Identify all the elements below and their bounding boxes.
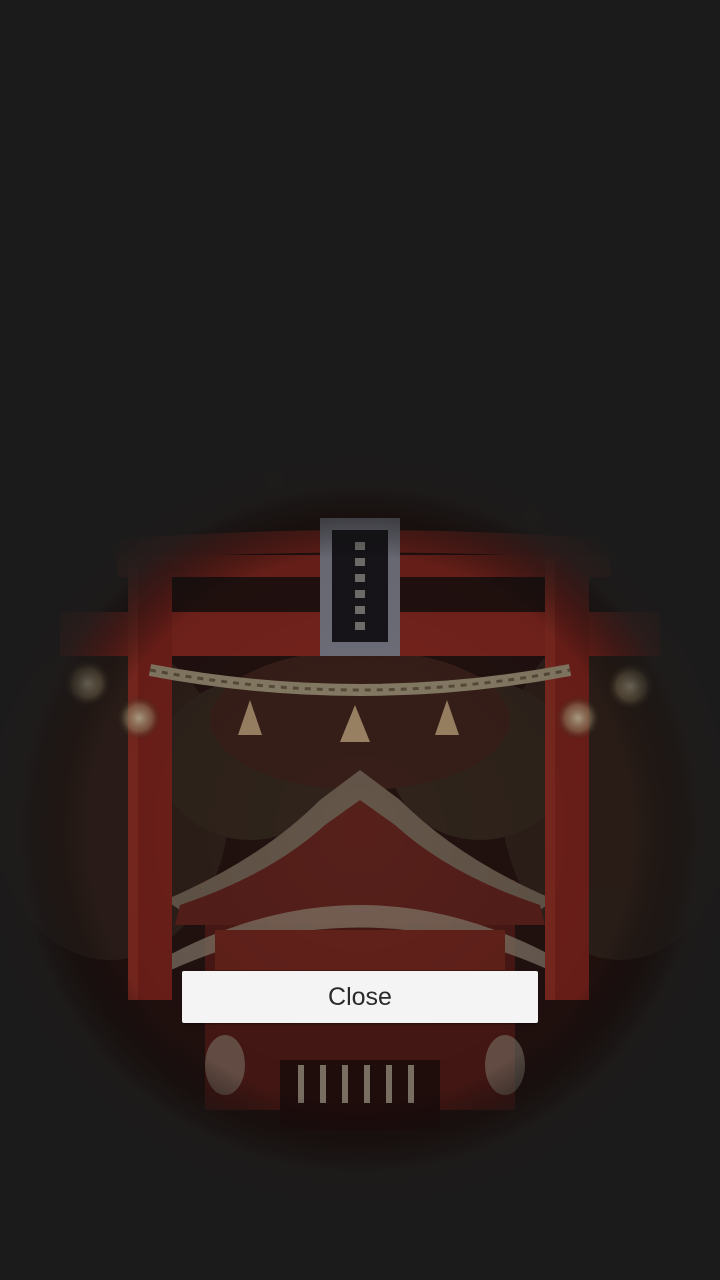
close-button[interactable]: Close bbox=[182, 971, 538, 1023]
shrine-background-image bbox=[0, 0, 720, 1280]
